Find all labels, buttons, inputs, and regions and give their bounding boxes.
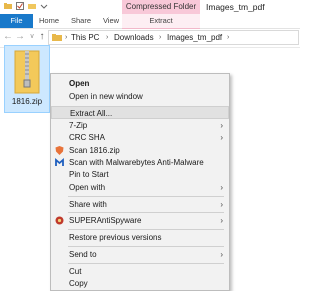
defender-shield-icon xyxy=(55,146,64,155)
menu-item-label: SUPERAntiSpyware xyxy=(69,216,142,225)
breadcrumb-separator: › xyxy=(106,34,109,41)
compressed-folder-tools-header: Compressed Folder Tools xyxy=(122,0,200,25)
window-title: Images_tm_pdf xyxy=(206,2,265,12)
tab-extract[interactable]: Extract xyxy=(122,14,200,29)
menu-separator xyxy=(68,263,224,264)
menu-item-extract-all[interactable]: Extract All... xyxy=(51,106,229,119)
check-icon[interactable] xyxy=(16,2,24,10)
breadcrumb-separator: › xyxy=(159,34,162,41)
submenu-arrow-icon: › xyxy=(220,183,223,192)
menu-separator xyxy=(68,229,224,230)
malwarebytes-icon xyxy=(55,158,64,166)
menu-item-superantispyware[interactable]: SUPERAntiSpyware › xyxy=(51,214,229,227)
back-arrow-icon[interactable]: ← xyxy=(2,30,14,44)
menu-item-send-to[interactable]: Send to › xyxy=(51,248,229,261)
breadcrumb-separator: › xyxy=(227,34,230,41)
tab-share[interactable]: Share xyxy=(66,14,96,28)
menu-separator xyxy=(68,212,224,213)
breadcrumb-separator: › xyxy=(65,34,68,41)
menu-item-label: Pin to Start xyxy=(69,170,109,179)
tab-view[interactable]: View xyxy=(98,14,124,28)
menu-item-label: Copy xyxy=(69,279,88,288)
submenu-arrow-icon: › xyxy=(220,200,223,209)
folder-icon xyxy=(4,3,12,9)
menu-separator xyxy=(68,246,224,247)
menu-item-copy[interactable]: Copy xyxy=(51,277,229,290)
quick-access-toolbar xyxy=(4,1,48,11)
menu-item-open[interactable]: Open xyxy=(51,77,229,90)
menu-item-open-with[interactable]: Open with › xyxy=(51,181,229,194)
breadcrumb-images-tm-pdf[interactable]: Images_tm_pdf xyxy=(167,31,222,44)
superantispyware-icon xyxy=(55,216,64,225)
tab-file[interactable]: File xyxy=(0,14,33,28)
breadcrumb-downloads[interactable]: Downloads xyxy=(114,31,154,44)
customize-chevron-icon[interactable] xyxy=(40,2,48,10)
menu-item-open-new-window[interactable]: Open in new window xyxy=(51,90,229,103)
forward-arrow-icon[interactable]: → xyxy=(14,30,26,44)
submenu-arrow-icon: › xyxy=(220,216,223,225)
menu-item-restore-previous-versions[interactable]: Restore previous versions xyxy=(51,231,229,244)
up-arrow-icon[interactable]: ↑ xyxy=(36,30,48,44)
menu-item-label: CRC SHA xyxy=(69,133,106,142)
menu-item-label: Restore previous versions xyxy=(69,233,162,242)
submenu-arrow-icon: › xyxy=(220,133,223,142)
menu-item-label: Open xyxy=(69,79,90,88)
tab-home[interactable]: Home xyxy=(34,14,64,28)
menu-separator xyxy=(68,196,224,197)
submenu-arrow-icon: › xyxy=(220,250,223,259)
menu-item-crc-sha[interactable]: CRC SHA › xyxy=(51,131,229,144)
menu-item-pin-to-start[interactable]: Pin to Start xyxy=(51,168,229,181)
new-folder-icon[interactable] xyxy=(28,2,36,10)
menu-item-label: Open in new window xyxy=(69,92,143,101)
file-name-label: 1816.zip xyxy=(11,97,43,106)
menu-item-label: Open with xyxy=(69,183,106,192)
zip-folder-icon xyxy=(14,50,40,94)
menu-item-label: Share with xyxy=(69,200,107,209)
menu-item-share-with[interactable]: Share with › xyxy=(51,198,229,211)
breadcrumb-this-pc[interactable]: This PC xyxy=(71,31,99,44)
pc-folder-icon xyxy=(52,34,62,41)
menu-item-label: Send to xyxy=(69,250,97,259)
